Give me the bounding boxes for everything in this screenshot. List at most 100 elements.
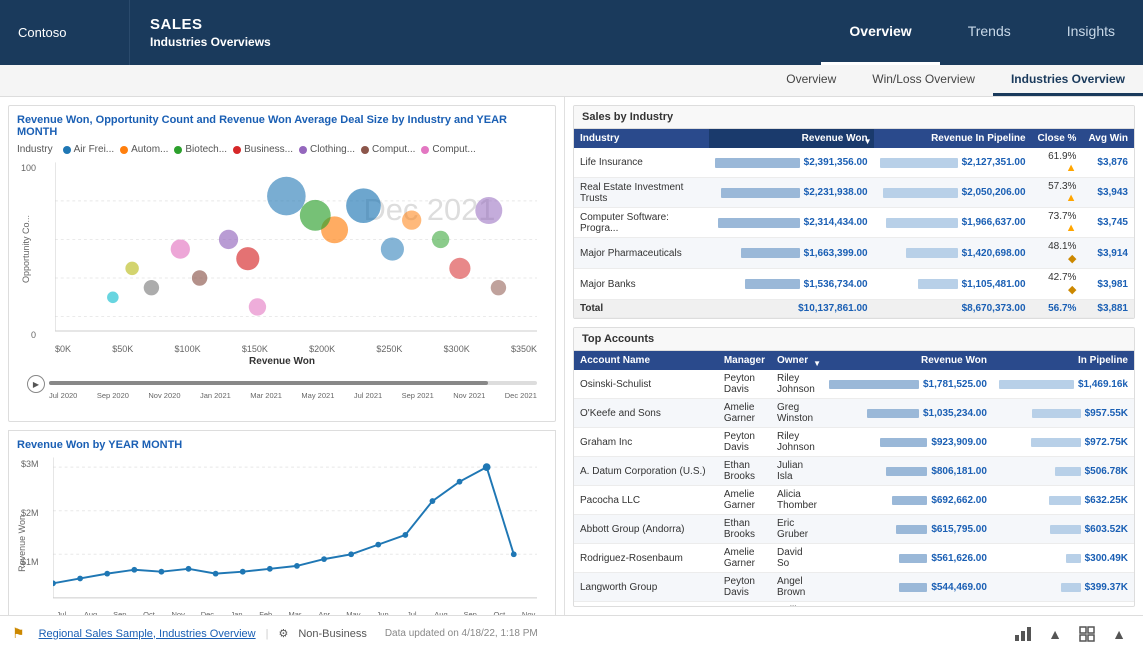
account-pipeline: $972.75K: [993, 428, 1134, 457]
legend-label-6: Comput...: [432, 144, 475, 155]
manager-name: Peyton Davis: [718, 602, 771, 607]
rev-pipeline-bar: [883, 188, 958, 198]
legend-label-1: Autom...: [131, 144, 168, 155]
accounts-table-row: Rodriguez-Rosenbaum Amelie Garner David …: [574, 544, 1134, 573]
rev-pipeline-value: $2,050,206.00: [962, 187, 1026, 198]
play-button[interactable]: ▶: [27, 375, 45, 393]
accounts-table-row: Pacocha LLC Amelie Garner Alicia Thomber…: [574, 486, 1134, 515]
scatter-chart-title: Revenue Won, Opportunity Count and Reven…: [17, 114, 547, 138]
nav-subtitle: Industries Overviews: [150, 35, 330, 49]
account-name: Pacocha LLC: [574, 486, 718, 515]
top-accounts-section: Top Accounts Account Name Manager Owner …: [573, 327, 1135, 607]
bottom-separator: |: [266, 628, 269, 640]
manager-name: Ethan Brooks: [718, 515, 771, 544]
subtab-overview[interactable]: Overview: [768, 65, 854, 96]
rev-pipeline-value: $1,420,698.00: [962, 248, 1026, 259]
owner-name: Hollie Rees: [771, 602, 823, 607]
accounts-table-row: O'Keefe and Sons Amelie Garner Greg Wins…: [574, 399, 1134, 428]
bottom-subtext: Data updated on 4/18/22, 1:18 PM: [385, 628, 538, 639]
account-pipeline-value: $972.75K: [1085, 437, 1128, 448]
total-rev-pipeline: $8,670,373.00: [874, 300, 1032, 318]
rev-pipeline-value: $2,127,351.00: [962, 157, 1026, 168]
manager-name: Amelie Garner: [718, 486, 771, 515]
subtab-winloss[interactable]: Win/Loss Overview: [854, 65, 993, 96]
account-rev-bar: [899, 554, 927, 563]
manager-name: Peyton Davis: [718, 573, 771, 602]
avg-win-cell: $3,914: [1082, 238, 1134, 269]
account-pipeline-bar: [1049, 496, 1081, 505]
owner-name: Riley Johnson: [771, 370, 823, 399]
rev-won-value: $1,663,399.00: [804, 248, 868, 259]
owner-name: Angel Brown: [771, 573, 823, 602]
tab-insights[interactable]: Insights: [1039, 0, 1143, 65]
rev-pipeline-value: $1,966,637.00: [962, 217, 1026, 228]
total-avg-win: $3,881: [1082, 300, 1134, 318]
account-rev-won: $1,035,234.00: [823, 399, 993, 428]
expand-icon-btn[interactable]: ▲: [1107, 622, 1131, 646]
grid-icon-btn[interactable]: [1075, 622, 1099, 646]
subtab-industries[interactable]: Industries Overview: [993, 65, 1143, 96]
revenue-chart-title: Revenue Won by YEAR MONTH: [17, 439, 547, 451]
legend-label-5: Comput...: [372, 144, 415, 155]
avg-win-cell: $3,943: [1082, 178, 1134, 208]
account-pipeline: $957.55K: [993, 399, 1134, 428]
accounts-table-row: Osinski-Schulist Peyton Davis Riley John…: [574, 370, 1134, 399]
industry-table-row: Major Banks $1,536,734.00 $1,105,481.00 …: [574, 269, 1134, 300]
bottom-link[interactable]: Regional Sales Sample, Industries Overvi…: [39, 628, 256, 640]
account-rev-won: $692,662.00: [823, 486, 993, 515]
account-name: Langworth Group: [574, 573, 718, 602]
account-rev-won: $615,795.00: [823, 515, 993, 544]
industry-name: Major Banks: [574, 269, 709, 300]
chart-icon-btn[interactable]: [1011, 622, 1035, 646]
rev-won-cell: $2,231,938.00: [709, 178, 874, 208]
account-name: Osinski-Schulist: [574, 370, 718, 399]
account-pipeline-value: $957.55K: [1085, 408, 1128, 419]
top-navigation: Contoso SALES Industries Overviews Overv…: [0, 0, 1143, 65]
bottom-right-controls: ▲ ▲: [1011, 622, 1131, 646]
top-accounts-scroll[interactable]: Account Name Manager Owner ▼ Revenue Won…: [574, 351, 1134, 606]
account-name: Graham Inc: [574, 428, 718, 457]
scatter-y-label: Opportunity Co...: [21, 215, 31, 283]
tab-trends[interactable]: Trends: [940, 0, 1039, 65]
col-revenue-won: Revenue Won: [823, 351, 993, 370]
rev-won-value: $1,536,734.00: [804, 279, 868, 290]
slider-track[interactable]: [49, 381, 537, 385]
account-name: A. Datum Corporation (U.S.): [574, 457, 718, 486]
warning-icon: ▲: [1066, 192, 1077, 204]
diamond-icon: ◆: [1068, 253, 1076, 265]
manager-name: Amelie Garner: [718, 399, 771, 428]
rev-won-bar: [741, 248, 800, 258]
industry-table-row: Real Estate Investment Trusts $2,231,938…: [574, 178, 1134, 208]
account-pipeline-bar: [999, 380, 1074, 389]
industry-name: Computer Software: Progra...: [574, 208, 709, 238]
account-pipeline: $300.49K: [993, 544, 1134, 573]
col-owner: Owner ▼: [771, 351, 823, 370]
account-rev-value: $923,909.00: [931, 437, 987, 448]
industry-name: Life Insurance: [574, 148, 709, 178]
owner-name: Julian Isla: [771, 457, 823, 486]
tab-overview[interactable]: Overview: [821, 0, 939, 65]
legend-dot-6: [421, 146, 429, 154]
rev-won-bar: [745, 279, 800, 289]
accounts-table-row: Abbott Group (Andorra) Ethan Brooks Eric…: [574, 515, 1134, 544]
legend-dot-3: [233, 146, 241, 154]
legend-dot-2: [174, 146, 182, 154]
rev-won-cell: $1,663,399.00: [709, 238, 874, 269]
legend-prefix: Industry: [17, 144, 53, 155]
rev-won-bar: [721, 188, 800, 198]
avg-win-cell: $3,745: [1082, 208, 1134, 238]
account-name: O'Keefe and Sons: [574, 399, 718, 428]
close-pct-cell: 57.3% ▲: [1032, 178, 1083, 208]
revenue-y-label: Revenue Won: [17, 515, 31, 572]
account-rev-bar: [867, 409, 919, 418]
account-rev-value: $806,181.00: [931, 466, 987, 477]
rev-pipeline-value: $1,105,481.00: [962, 279, 1026, 290]
account-rev-won: $544,469.00: [823, 573, 993, 602]
account-name: Abbott Group (Andorra): [574, 515, 718, 544]
total-label: Total: [574, 300, 709, 318]
rev-pipeline-bar: [918, 279, 958, 289]
manager-name: Ethan Brooks: [718, 457, 771, 486]
rev-y-tick-3m: $3M: [21, 459, 39, 469]
legend-dot-1: [120, 146, 128, 154]
up-icon-btn[interactable]: ▲: [1043, 622, 1067, 646]
